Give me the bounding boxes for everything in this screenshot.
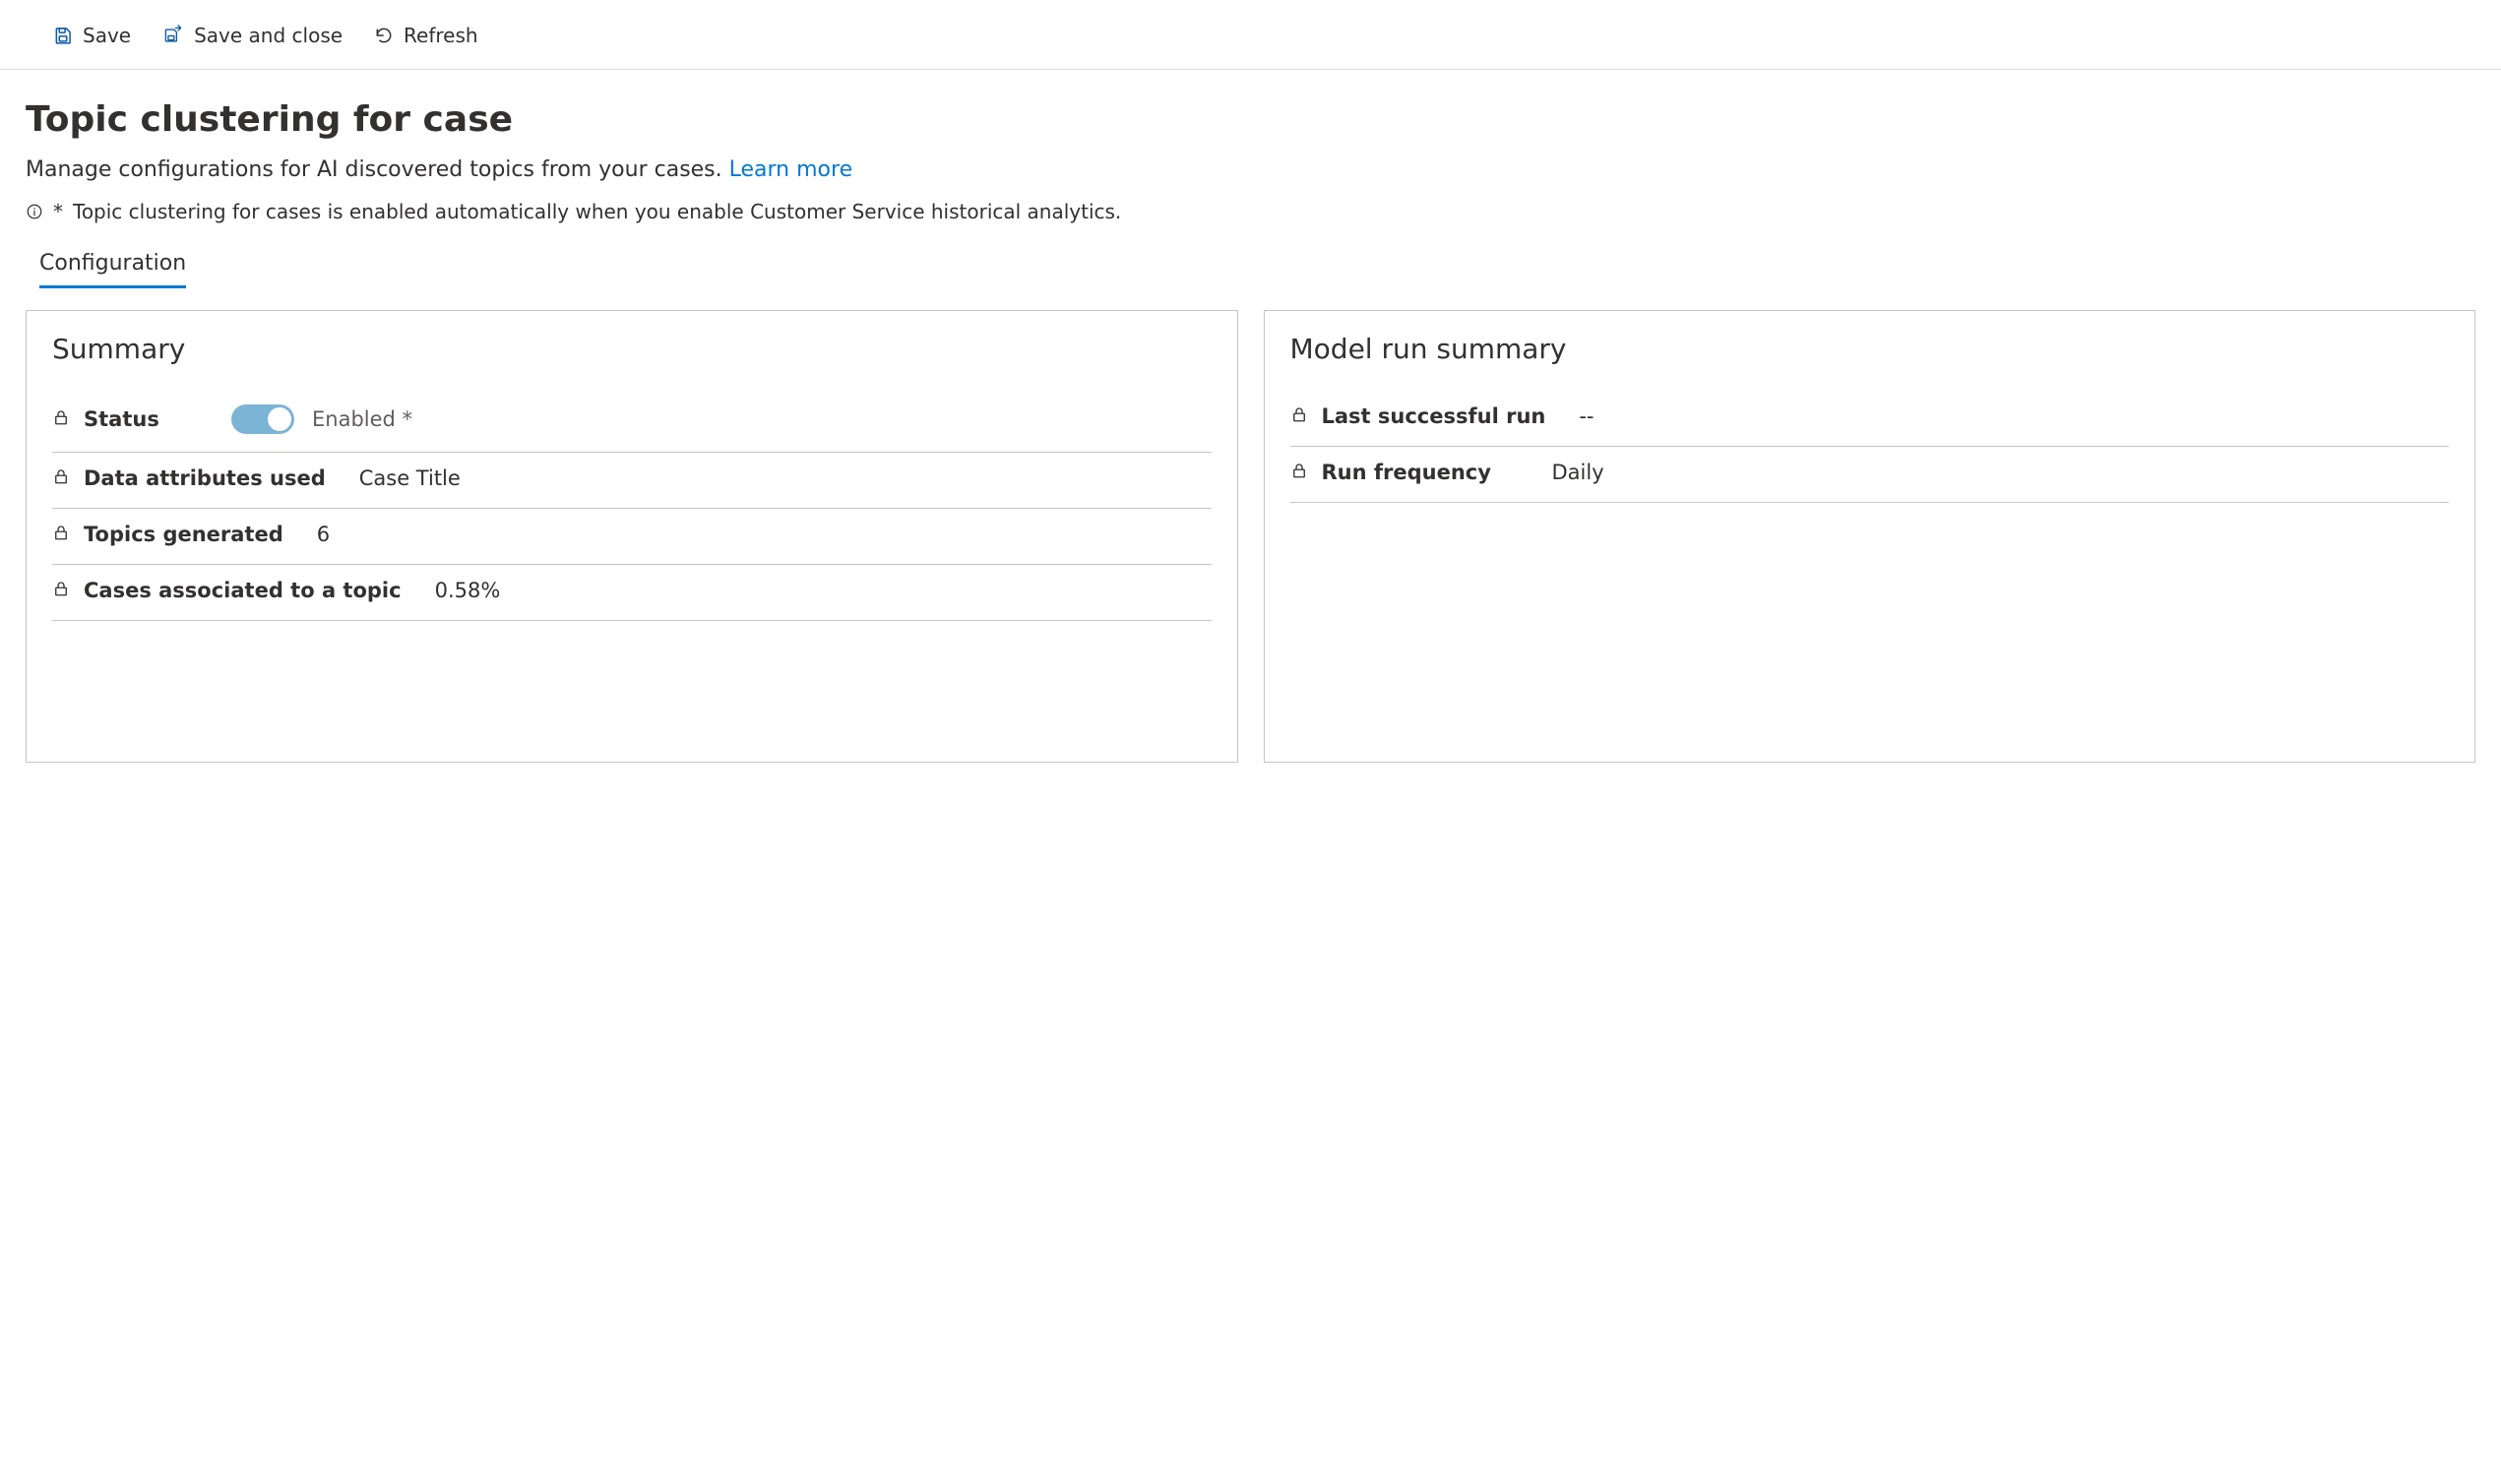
info-line: * Topic clustering for cases is enabled … [26, 200, 2475, 223]
status-toggle[interactable] [231, 404, 294, 434]
info-text: Topic clustering for cases is enabled au… [73, 200, 1121, 223]
lock-icon [1290, 461, 1308, 484]
page-subtitle-text: Manage configurations for AI discovered … [26, 157, 729, 182]
topics-generated-value: 6 [317, 523, 330, 546]
data-attributes-field: Data attributes used Case Title [52, 453, 1212, 509]
save-and-close-button-label: Save and close [194, 24, 343, 47]
model-run-card-title: Model run summary [1290, 333, 2450, 365]
lock-icon [52, 466, 70, 490]
data-attributes-label: Data attributes used [84, 466, 326, 490]
cases-associated-value: 0.58% [435, 579, 501, 602]
summary-card-title: Summary [52, 333, 1212, 365]
save-and-close-button[interactable]: Save and close [158, 20, 346, 51]
cases-associated-field: Cases associated to a topic 0.58% [52, 565, 1212, 621]
content-columns: Summary Status Enabled * [26, 310, 2475, 763]
page-title: Topic clustering for case [26, 99, 2475, 140]
lock-icon [52, 407, 70, 431]
refresh-button-label: Refresh [404, 24, 478, 47]
refresh-icon [374, 26, 394, 45]
tab-strip: Configuration [39, 251, 2475, 288]
topics-generated-field: Topics generated 6 [52, 509, 1212, 565]
status-label: Status [84, 407, 162, 431]
learn-more-link[interactable]: Learn more [729, 157, 852, 182]
toggle-knob [268, 407, 291, 431]
page-subtitle: Manage configurations for AI discovered … [26, 157, 2475, 182]
info-icon [26, 203, 43, 220]
cases-associated-label: Cases associated to a topic [84, 579, 402, 602]
info-star: * [53, 200, 63, 223]
refresh-button[interactable]: Refresh [370, 20, 482, 51]
last-run-label: Last successful run [1322, 404, 1546, 428]
run-frequency-value: Daily [1552, 461, 1604, 484]
topics-generated-label: Topics generated [84, 523, 283, 546]
last-run-field: Last successful run -- [1290, 391, 2450, 447]
tab-configuration[interactable]: Configuration [39, 251, 186, 288]
status-value: Enabled * [312, 407, 412, 431]
command-bar: Save Save and close Refresh [0, 0, 2501, 70]
save-icon [53, 26, 73, 45]
lock-icon [1290, 404, 1308, 428]
summary-card: Summary Status Enabled * [26, 310, 1238, 763]
page-body: Topic clustering for case Manage configu… [0, 70, 2501, 802]
status-field: Status Enabled * [52, 391, 1212, 453]
lock-icon [52, 523, 70, 546]
run-frequency-field: Run frequency Daily [1290, 447, 2450, 503]
model-run-card: Model run summary Last successful run -- [1264, 310, 2476, 763]
save-button-label: Save [83, 24, 131, 47]
last-run-value: -- [1579, 404, 1594, 428]
save-and-close-icon [162, 25, 184, 46]
data-attributes-value: Case Title [359, 466, 461, 490]
lock-icon [52, 579, 70, 602]
save-button[interactable]: Save [49, 20, 135, 51]
run-frequency-label: Run frequency [1322, 461, 1519, 484]
